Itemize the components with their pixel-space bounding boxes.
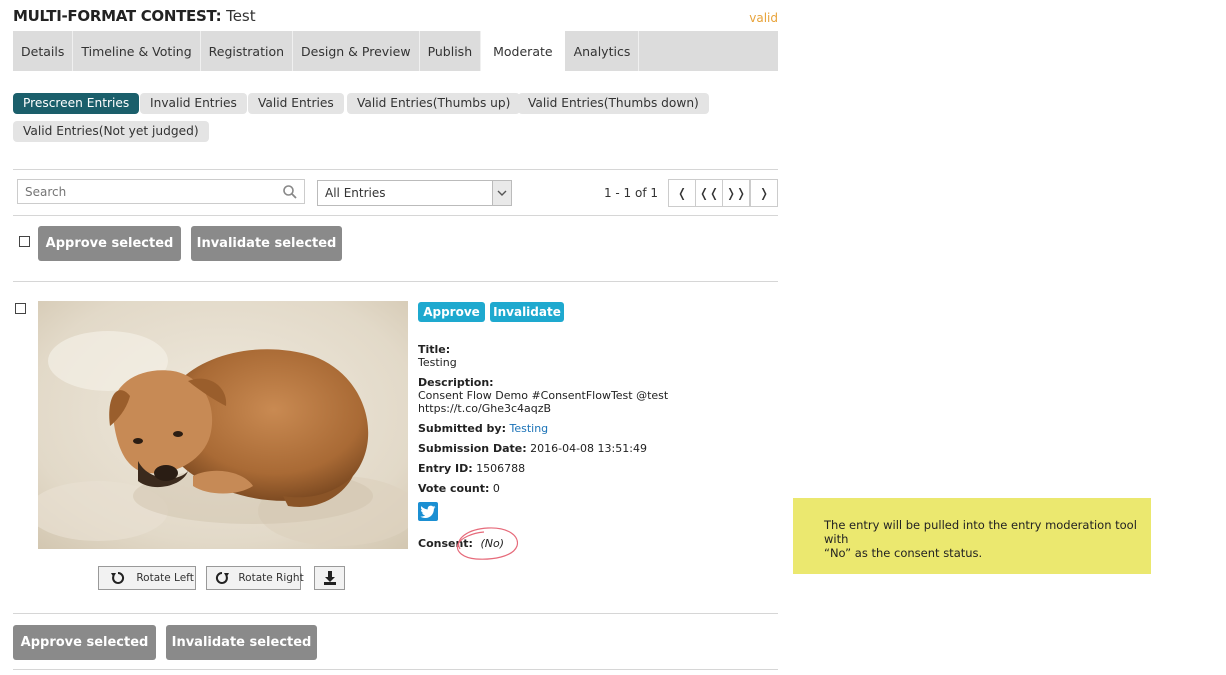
tab-timeline-voting[interactable]: Timeline & Voting (73, 31, 201, 71)
entry-checkbox[interactable] (15, 303, 26, 314)
page-title: MULTI-FORMAT CONTEST: Test (13, 7, 256, 25)
pager-last-button[interactable]: ❭❭ (722, 179, 750, 207)
description-label: Description: (418, 376, 494, 389)
entries-select[interactable]: All Entries (317, 180, 512, 206)
rotate-right-button[interactable]: Rotate Right (206, 566, 304, 590)
divider (13, 169, 778, 170)
entries-select-value: All Entries (325, 186, 386, 200)
rotate-right-icon (215, 571, 232, 584)
title-label: Title: (418, 343, 451, 356)
annotation-note: The entry will be pulled into the entry … (793, 498, 1151, 574)
tab-bar: Details Timeline & Voting Registration D… (13, 31, 778, 71)
vote-count-value: 0 (492, 482, 500, 495)
entry-id-value: 1506788 (476, 462, 526, 475)
filter-valid-entries[interactable]: Valid Entries (248, 93, 344, 114)
approve-selected-button[interactable]: Approve selected (38, 226, 181, 261)
chevron-down-icon[interactable] (492, 181, 511, 205)
tab-design-preview[interactable]: Design & Preview (293, 31, 420, 71)
download-icon (323, 571, 337, 585)
filter-valid-thumbs-up[interactable]: Valid Entries(Thumbs up) (347, 93, 521, 114)
entry-description-link: https://t.co/Ghe3c4aqzB (418, 402, 552, 415)
rotate-left-label: Rotate Left (136, 572, 194, 584)
status-badge: valid (749, 11, 778, 25)
tab-details[interactable]: Details (13, 31, 74, 71)
submitted-by-link[interactable]: Testing (509, 422, 548, 435)
highlight-circle (456, 527, 519, 560)
search-icon[interactable] (282, 184, 298, 200)
entry-photo (38, 301, 408, 549)
filter-prescreen-entries[interactable]: Prescreen Entries (13, 93, 140, 114)
tab-publish[interactable]: Publish (420, 31, 482, 71)
invalidate-button[interactable]: Invalidate (490, 302, 564, 322)
submitted-by-label: Submitted by: (418, 422, 506, 435)
tab-analytics[interactable]: Analytics (566, 31, 640, 71)
rotate-left-button[interactable]: Rotate Left (98, 566, 196, 590)
rotate-right-label: Rotate Right (238, 572, 304, 584)
rotate-left-icon (111, 571, 128, 584)
pager-next-button[interactable]: ❭ (750, 179, 778, 207)
select-all-checkbox[interactable] (19, 236, 30, 247)
entry-description-line1: Consent Flow Demo #ConsentFlowTest @test (418, 389, 669, 402)
search-input[interactable] (23, 180, 277, 204)
divider (13, 669, 778, 670)
search-box (17, 179, 305, 204)
entry-submitted-by-field: Submitted by: Testing (418, 422, 548, 435)
invalidate-selected-button[interactable]: Invalidate selected (191, 226, 342, 261)
filter-valid-thumbs-down[interactable]: Valid Entries(Thumbs down) (518, 93, 709, 114)
tab-registration[interactable]: Registration (201, 31, 294, 71)
divider (13, 613, 778, 614)
pager-first-button[interactable]: ❬❬ (695, 179, 723, 207)
annotation-note-line1: The entry will be pulled into the entry … (824, 518, 1137, 546)
entry-id-field: Entry ID: 1506788 (418, 462, 525, 475)
approve-selected-button-bottom[interactable]: Approve selected (13, 625, 156, 660)
download-button[interactable] (314, 566, 345, 590)
entry-title-field: Title: Testing (418, 343, 457, 369)
entry-submission-date-field: Submission Date: 2016-04-08 13:51:49 (418, 442, 647, 455)
entry-title: Testing (418, 356, 457, 369)
pager-prev-button[interactable]: ❬ (668, 179, 696, 207)
submission-date-label: Submission Date: (418, 442, 527, 455)
invalidate-selected-button-bottom[interactable]: Invalidate selected (166, 625, 317, 660)
entry-description-field: Description: Consent Flow Demo #ConsentF… (418, 376, 668, 415)
approve-button[interactable]: Approve (418, 302, 485, 322)
pagination-status: 1 - 1 of 1 (603, 186, 658, 200)
filter-invalid-entries[interactable]: Invalid Entries (140, 93, 247, 114)
divider (13, 215, 778, 216)
tab-moderate[interactable]: Moderate (481, 31, 566, 71)
vote-count-field: Vote count: 0 (418, 482, 500, 495)
twitter-icon[interactable] (418, 502, 438, 521)
vote-count-label: Vote count: (418, 482, 490, 495)
filter-valid-not-judged[interactable]: Valid Entries(Not yet judged) (13, 121, 209, 142)
entry-id-label: Entry ID: (418, 462, 473, 475)
divider (13, 281, 778, 282)
contest-type-label: MULTI-FORMAT CONTEST: (13, 7, 222, 25)
annotation-note-line2: “No” as the consent status. (824, 546, 983, 560)
submission-date-value: 2016-04-08 13:51:49 (530, 442, 647, 455)
contest-name: Test (226, 7, 256, 25)
